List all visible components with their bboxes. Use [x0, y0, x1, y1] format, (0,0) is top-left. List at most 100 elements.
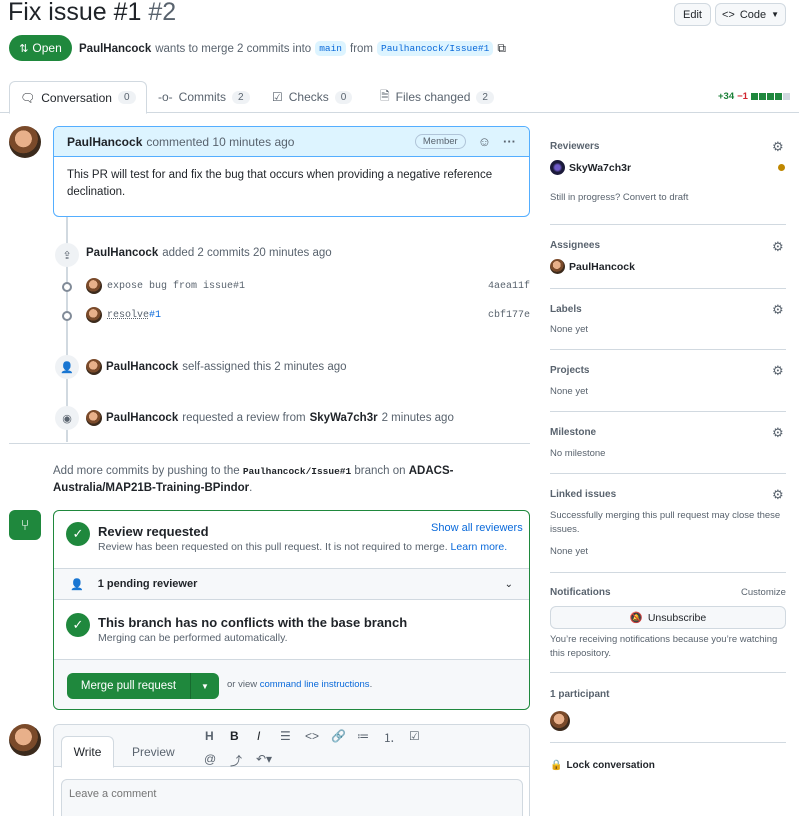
reviewers-heading: Reviewers — [550, 141, 600, 152]
copy-icon[interactable]: ⧉ — [497, 41, 506, 56]
pr-meta: PaulHancock wants to merge 2 commits int… — [79, 41, 506, 56]
tab-preview[interactable]: Preview — [132, 745, 175, 759]
gear-icon[interactable]: ⚙ — [772, 139, 784, 155]
comment-author[interactable]: PaulHancock — [67, 135, 142, 149]
pr-description-comment: PaulHancock commented 10 minutes ago Mem… — [53, 126, 530, 217]
gear-icon[interactable]: ⚙ — [772, 239, 784, 255]
avatar[interactable] — [9, 126, 41, 158]
tasklist-icon[interactable]: ☑ — [409, 729, 420, 743]
code-button[interactable]: <> Code ▼ — [715, 3, 786, 26]
smiley-icon[interactable]: ☺ — [478, 134, 491, 149]
list-item: expose bug from issue#1 4aea11f — [86, 278, 530, 294]
gear-icon[interactable]: ⚙ — [772, 363, 784, 379]
check-icon: ✓ — [66, 613, 90, 637]
status-badge-label: Open — [32, 41, 62, 55]
commit-message[interactable]: expose bug from issue#1 — [107, 281, 245, 292]
code-icon: <> — [721, 8, 735, 21]
avatar — [550, 259, 565, 274]
tab-conversation-label: Conversation — [41, 90, 112, 105]
link-icon[interactable]: 🔗 — [331, 729, 346, 743]
commit-sha[interactable]: 4aea11f — [488, 281, 530, 292]
mention-icon[interactable]: @ — [204, 752, 216, 766]
assignee-item[interactable]: PaulHancock — [550, 259, 635, 274]
lock-conversation-link[interactable]: 🔒 Lock conversation — [550, 760, 655, 771]
member-badge: Member — [414, 134, 466, 149]
avatar[interactable] — [550, 711, 570, 731]
unordered-list-icon[interactable]: ≔ — [357, 729, 369, 743]
sidebar-divider — [550, 672, 786, 673]
comment-timestamp[interactable]: commented 10 minutes ago — [146, 135, 294, 149]
commit-sha[interactable]: cbf177e — [488, 310, 530, 321]
avatar[interactable] — [86, 307, 102, 323]
event-author[interactable]: PaulHancock — [106, 412, 178, 424]
reviewer-name: SkyWa7ch3r — [569, 161, 632, 174]
projects-heading: Projects — [550, 365, 590, 376]
cli-hint-suffix: . — [369, 679, 373, 690]
tab-conversation[interactable]: 🗨 Conversation 0 — [9, 81, 147, 114]
cross-reference-icon[interactable]: ⤴ — [230, 752, 242, 769]
bold-icon[interactable]: B — [230, 729, 239, 743]
checklist-icon: ☑ — [272, 90, 283, 104]
labels-heading: Labels — [550, 304, 582, 315]
base-branch[interactable]: main — [315, 41, 346, 56]
sidebar-divider — [550, 572, 786, 573]
list-item: resolve #1 cbf177e — [86, 307, 530, 323]
review-desc-text: Review has been requested on this pull r… — [98, 541, 448, 553]
merge-button-group: Merge pull request ▼ — [67, 673, 219, 699]
merge-pull-request-button[interactable]: Merge pull request — [67, 673, 191, 699]
edit-button[interactable]: Edit — [674, 3, 711, 26]
customize-link[interactable]: Customize — [741, 587, 786, 598]
notifications-desc: You’re receiving notifications because y… — [550, 634, 778, 659]
issue-link[interactable]: #1 — [149, 310, 161, 321]
event-author[interactable]: PaulHancock — [86, 247, 158, 259]
avatar[interactable] — [86, 278, 102, 294]
pending-reviewers-row[interactable]: 👤 1 pending reviewer ⌄ — [54, 568, 529, 600]
linked-issues-value: None yet — [550, 546, 589, 557]
push-hint-prefix: Add more commits by pushing to the — [53, 465, 240, 477]
merge-options-button[interactable]: ▼ — [191, 673, 219, 699]
show-all-reviewers-link[interactable]: Show all reviewers — [431, 522, 523, 534]
conflict-title: This branch has no conflicts with the ba… — [98, 615, 408, 630]
tab-checks[interactable]: ☑ Checks 0 — [272, 81, 353, 113]
assignee-name: PaulHancock — [569, 260, 635, 273]
tab-files-changed-count: 2 — [476, 90, 494, 104]
tab-commits-label: Commits — [178, 90, 227, 104]
heading-icon[interactable]: H — [205, 729, 214, 743]
tab-files-changed[interactable]: 🗎 Files changed 2 — [380, 81, 494, 113]
learn-more-link[interactable]: Learn more. — [451, 541, 508, 553]
gear-icon[interactable]: ⚙ — [772, 425, 784, 441]
avatar[interactable] — [86, 359, 102, 375]
cli-hint-prefix: or view — [227, 679, 258, 690]
reviewer-item[interactable]: SkyWa7ch3r — [550, 160, 631, 175]
bell-slash-icon: 🔕 — [629, 612, 643, 624]
chevron-down-icon[interactable]: ⌄ — [505, 579, 513, 590]
avatar[interactable] — [86, 410, 102, 426]
labels-value: None yet — [550, 324, 589, 335]
tab-write[interactable]: Write — [61, 736, 114, 768]
gear-icon[interactable]: ⚙ — [772, 302, 784, 318]
linked-issues-desc: Successfully merging this pull request m… — [550, 510, 781, 535]
commit-message[interactable]: resolve — [107, 310, 149, 321]
event-author[interactable]: PaulHancock — [106, 361, 178, 373]
sidebar-divider — [550, 742, 786, 743]
draft-hint[interactable]: Still in progress? Convert to draft — [550, 192, 688, 203]
tab-commits[interactable]: -o- Commits 2 — [158, 81, 250, 113]
unsubscribe-button[interactable]: 🔕 Unsubscribe — [550, 606, 786, 629]
ordered-list-icon[interactable]: ⒈ — [383, 729, 395, 746]
event-text: added 2 commits 20 minutes ago — [162, 247, 332, 259]
reply-icon[interactable]: ↶▾ — [256, 752, 272, 766]
head-branch[interactable]: Paulhancock/Issue#1 — [377, 41, 494, 56]
event-reviewer[interactable]: SkyWa7ch3r — [310, 412, 378, 424]
quote-icon[interactable]: ☰ — [280, 729, 291, 743]
italic-icon[interactable]: I — [257, 729, 260, 743]
kebab-horizontal-icon[interactable]: ··· — [503, 134, 516, 149]
eye-icon: ◉ — [55, 406, 79, 430]
from-text: from — [350, 42, 373, 55]
lock-conversation-label: Lock conversation — [566, 760, 655, 771]
cli-instructions-link[interactable]: command line instructions — [260, 679, 370, 690]
code-icon[interactable]: <> — [305, 729, 319, 743]
pending-reviewers-label: 1 pending reviewer — [97, 578, 198, 590]
comment-textarea[interactable] — [61, 779, 523, 816]
gear-icon[interactable]: ⚙ — [772, 487, 784, 503]
pr-author-link[interactable]: PaulHancock — [79, 43, 151, 55]
